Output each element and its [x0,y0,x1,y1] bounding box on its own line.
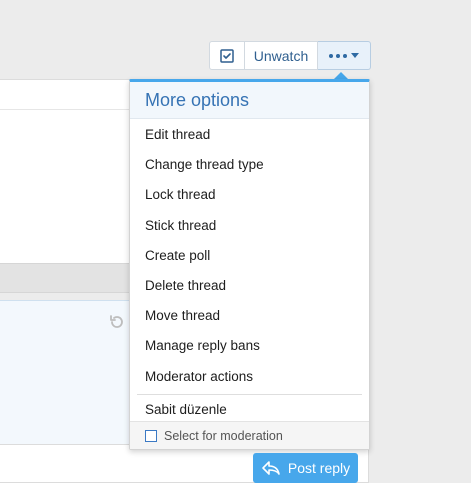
menu-item-moderator-actions[interactable]: Moderator actions [130,362,369,392]
check-square-icon [220,48,234,63]
reply-icon [262,461,280,475]
menu-item-move-thread[interactable]: Move thread [130,301,369,331]
menu-title: More options [130,82,369,119]
post-reply-label: Post reply [287,460,351,476]
more-options-button[interactable] [318,41,371,70]
select-for-moderation-checkbox[interactable] [145,429,157,442]
menu-item-lock-thread[interactable]: Lock thread [130,180,369,210]
select-for-moderation-row[interactable]: Select for moderation [130,421,369,449]
menu-item-create-poll[interactable]: Create poll [130,241,369,271]
undo-icon[interactable] [108,313,126,331]
caret-down-icon [351,52,359,58]
unwatch-button[interactable]: Unwatch [245,41,318,70]
menu-item-delete-thread[interactable]: Delete thread [130,271,369,301]
select-thread-button[interactable] [209,41,245,70]
menu-list: Edit thread Change thread type Lock thre… [130,119,369,425]
select-for-moderation-label: Select for moderation [164,428,283,443]
ellipsis-icon [329,53,347,58]
menu-item-stick-thread[interactable]: Stick thread [130,211,369,241]
more-options-menu: More options Edit thread Change thread t… [129,79,370,450]
thread-action-buttons: Unwatch [209,41,371,70]
menu-item-edit-thread[interactable]: Edit thread [130,120,369,150]
menu-pointer [334,72,348,79]
menu-item-manage-reply-bans[interactable]: Manage reply bans [130,331,369,361]
menu-item-change-thread-type[interactable]: Change thread type [130,150,369,180]
post-reply-button[interactable]: Post reply [253,453,358,483]
